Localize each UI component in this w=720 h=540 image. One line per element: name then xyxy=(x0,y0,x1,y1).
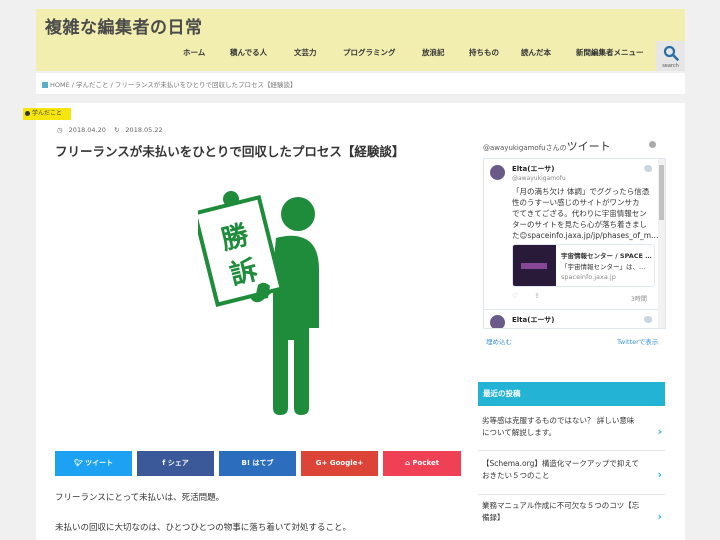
recent-post-item[interactable]: 劣等感は克服するものではない？ 詳しい意味 について解説します。 › xyxy=(478,415,665,451)
nav-item-editor-menu[interactable]: 新間編集者メニュー xyxy=(576,47,644,58)
breadcrumb-text[interactable]: HOME / 学んだこと / フリーランスが未払いをひとりで回収したプロセス【経… xyxy=(50,81,297,89)
recent-posts-header: 最近の投稿 xyxy=(478,382,665,406)
twitter-timeline-widget: @awayukigamofuさんのツイート Elta(エーサ) @awayuki… xyxy=(478,131,666,351)
updated-date: 2018.05.22 xyxy=(125,126,163,134)
recent-post-item[interactable]: 【Schema.org】構造化マークアップで抑えて おきたい５つのこと › xyxy=(478,458,665,495)
chevron-right-icon: › xyxy=(657,425,662,438)
breadcrumb-bar: HOME / 学んだこと / フリーランスが未払いをひとりで回収したプロセス【経… xyxy=(36,73,685,94)
tweet-link-line[interactable]: た😊spaceinfo.jaxa.jp/jp/phases_of_m… xyxy=(512,230,659,241)
folder-icon xyxy=(25,111,30,116)
hero-illustration: 勝 訴 xyxy=(198,191,319,415)
share-pocket-button[interactable]: ⌂ Pocket xyxy=(383,451,461,476)
nav-item-mochimono[interactable]: 持ちもの xyxy=(469,47,499,58)
share-buttons: 🐦︎ ツイート f シェア B! はてブ G+ Google+ ⌂ Pocket xyxy=(55,451,461,476)
recent-post-title: 【Schema.org】構造化マークアップで抑えて xyxy=(482,459,639,468)
scrollbar[interactable] xyxy=(658,159,665,328)
tweet-line: 「月の満ち欠け 体調」でググったら信憑 xyxy=(512,187,650,196)
body-paragraph-1: フリーランスにとって未払いは、死活問題。 xyxy=(55,493,225,503)
page-title: フリーランスが未払いをひとりで回収したプロセス【経験談】 xyxy=(55,144,405,159)
tweet-line: でてきてござる。代わりに宇宙情報セン xyxy=(512,209,647,218)
twitter-widget-title: @awayukigamofuさんのツイート xyxy=(483,140,611,153)
chevron-right-icon: › xyxy=(657,510,662,523)
search-button[interactable]: search xyxy=(656,41,685,71)
breadcrumb: HOME / 学んだこと / フリーランスが未払いをひとりで回収したプロセス【経… xyxy=(42,79,297,89)
twitter-bird-icon xyxy=(644,165,652,172)
link-card-title: 宇宙情報センター / SPACE … xyxy=(561,252,652,260)
clock-icon: ◷ xyxy=(57,126,63,134)
nav-item-home[interactable]: ホーム xyxy=(183,47,205,58)
refresh-icon: ↻ xyxy=(113,126,120,134)
info-icon[interactable] xyxy=(649,141,656,148)
body-paragraph-2: 未払いの回収に大切なのは、ひとつひとつの物事に落ち着いて対処すること。 xyxy=(55,523,352,533)
twitter-icon: 🐦︎ xyxy=(73,459,86,467)
google-plus-icon: G+ xyxy=(315,459,330,467)
nav-item-hourouki[interactable]: 放浪記 xyxy=(422,47,445,58)
nav-item-programming[interactable]: プログラミング xyxy=(343,47,396,58)
like-icon[interactable]: ♡ xyxy=(512,292,518,300)
divider xyxy=(484,309,660,310)
nav-item-tsunderu[interactable]: 積んでる人 xyxy=(230,47,267,58)
tweet-line: ターのサイトを見たら心が落ち着きまし xyxy=(512,220,647,229)
nav-item-yondahon[interactable]: 読んだ本 xyxy=(521,47,551,58)
recent-post-item[interactable]: 業務マニュアル作成に不可欠な５つのコツ【忘 備録】 › xyxy=(478,500,665,540)
post-dates: ◷ 2018.04.20 ↻ 2018.05.22 xyxy=(57,126,169,134)
search-label: search xyxy=(662,63,679,69)
recent-posts-widget: 最近の投稿 劣等感は克服するものではない？ 詳しい意味 について解説します。 › … xyxy=(478,382,665,540)
twitter-timeline-frame[interactable]: Elta(エーサ) @awayukigamofu 「月の満ち欠け 体調」でググっ… xyxy=(483,158,666,329)
category-badge[interactable]: 学んだこと xyxy=(23,108,71,120)
link-card-description: 「宇宙情報センター」は、… xyxy=(561,263,646,271)
embed-link[interactable]: 埋め込む xyxy=(486,336,512,346)
link-card-domain: spaceinfo.jaxa.jp xyxy=(561,273,616,281)
twitter-bird-icon xyxy=(644,316,652,323)
scrollbar-thumb[interactable] xyxy=(659,165,664,220)
tweet-author-handle[interactable]: @awayukigamofu xyxy=(512,175,566,182)
search-icon xyxy=(663,45,679,61)
category-label: 学んだこと xyxy=(32,110,63,117)
avatar[interactable] xyxy=(490,315,505,328)
site-title[interactable]: 複雑な編集者の日常 xyxy=(45,13,203,38)
view-on-twitter-link[interactable]: Twitterで表示 xyxy=(617,336,658,346)
main-nav: ホーム 積んでる人 文芸力 プログラミング 放浪記 持ちもの 読んだ本 新間編集… xyxy=(176,47,656,67)
share-facebook-button[interactable]: f シェア xyxy=(137,451,214,476)
share-icon[interactable]: ⇪ xyxy=(534,292,540,300)
share-hatena-button[interactable]: B! はてブ xyxy=(219,451,296,476)
tweet-time[interactable]: 3時間 xyxy=(631,294,647,303)
recent-post-title: 劣等感は克服するものではない？ 詳しい意味 xyxy=(482,416,635,425)
tweet-line: 性のうすーい感じのサイトがワンサカ xyxy=(512,198,640,207)
site-header: 複雑な編集者の日常 ホーム 積んでる人 文芸力 プログラミング 放浪記 持ちもの… xyxy=(36,9,685,71)
home-icon xyxy=(42,81,48,88)
published-date: 2018.04.20 xyxy=(68,126,106,134)
tweet-author-name[interactable]: Elta(エーサ) xyxy=(512,164,555,174)
nav-item-bungei[interactable]: 文芸力 xyxy=(294,47,317,58)
chevron-right-icon: › xyxy=(657,468,662,481)
tweet-author-name[interactable]: Elta(エーサ) xyxy=(512,315,555,325)
link-card-thumbnail xyxy=(513,245,556,286)
recent-post-title: 業務マニュアル作成に不可欠な５つのコツ【忘 xyxy=(482,501,640,510)
share-google-plus-button[interactable]: G+ Google+ xyxy=(301,451,378,476)
tweet-link-card[interactable]: 宇宙情報センター / SPACE … 「宇宙情報センター」は、… spacein… xyxy=(512,244,655,287)
avatar[interactable] xyxy=(490,165,505,180)
share-twitter-button[interactable]: 🐦︎ ツイート xyxy=(55,451,132,476)
